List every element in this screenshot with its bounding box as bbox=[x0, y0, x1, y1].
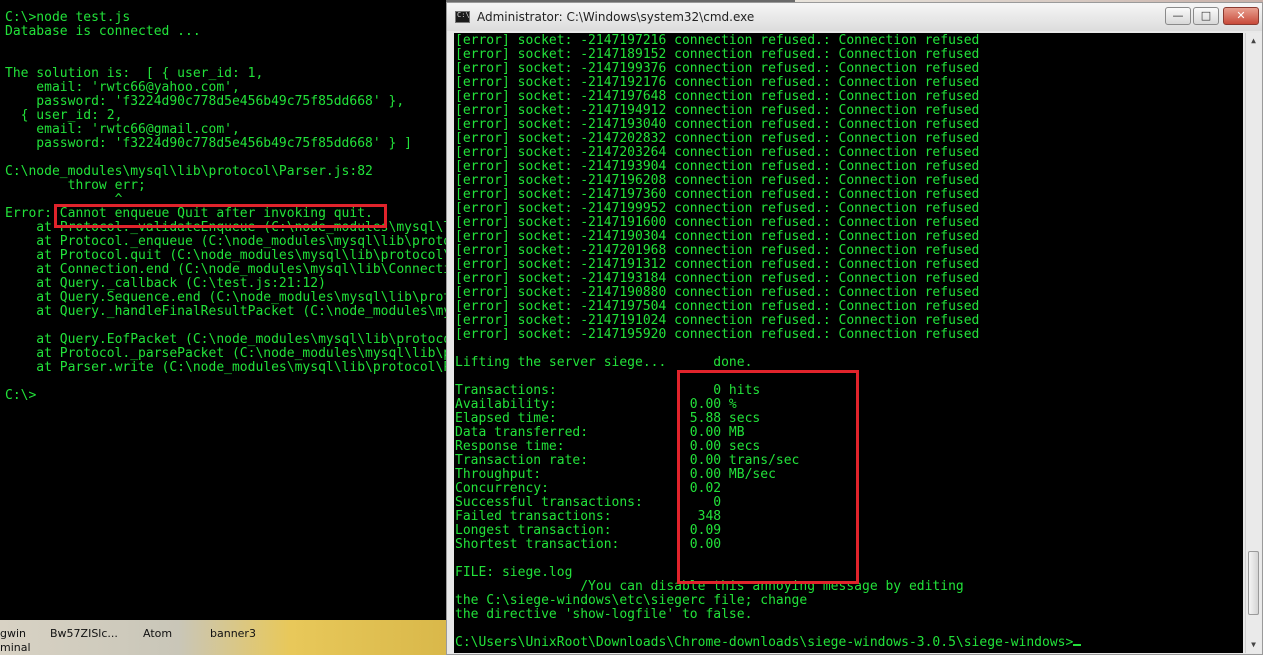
console-line: [error] socket: -2147189152 connection r… bbox=[455, 47, 980, 62]
console-line: [error] socket: -2147192176 connection r… bbox=[455, 75, 980, 90]
console-line: at Protocol._parsePacket (C:\node_module… bbox=[36, 346, 446, 361]
console-line: [error] socket: -2147199376 connection r… bbox=[455, 61, 980, 76]
console-line: C:\> bbox=[5, 388, 37, 403]
console-line: { user_id: 2, bbox=[5, 108, 123, 123]
console-line: C:\node_modules\mysql\lib\protocol\Parse… bbox=[5, 164, 373, 179]
console-line: [error] socket: -2147197648 connection r… bbox=[455, 89, 980, 104]
title-bar[interactable]: Administrator: C:\Windows\system32\cmd.e… bbox=[447, 3, 1262, 31]
console-line: [error] socket: -2147197216 connection r… bbox=[455, 33, 980, 48]
console-line: at Parser.write (C:\node_modules\mysql\l… bbox=[36, 360, 446, 375]
console-line: at Protocol.quit (C:\node_modules\mysql\… bbox=[36, 248, 446, 263]
scrollbar-thumb[interactable] bbox=[1248, 551, 1259, 615]
console-line: The solution is: [ { user_id: 1, bbox=[5, 66, 264, 81]
console-line: [error] socket: -2147193040 connection r… bbox=[455, 117, 980, 132]
desktop-icon-label[interactable]: banner3 bbox=[210, 627, 256, 640]
console-line: password: 'f3224d90c778d5e456b49c75f85dd… bbox=[5, 136, 412, 151]
minimize-button[interactable]: — bbox=[1165, 7, 1191, 25]
console-line: the C:\siege-windows\etc\siegerc file; c… bbox=[455, 593, 808, 608]
scroll-down-arrow-icon[interactable]: ▼ bbox=[1246, 637, 1261, 653]
text-cursor bbox=[1073, 644, 1082, 646]
console-line: [error] socket: -2147191312 connection r… bbox=[455, 257, 980, 272]
console-line: password: 'f3224d90c778d5e456b49c75f85dd… bbox=[5, 94, 405, 109]
console-line: C:\>node test.js bbox=[5, 10, 131, 25]
desktop-icon-label[interactable]: gwin bbox=[0, 627, 26, 640]
desktop-icon-label[interactable]: Bw57ZISlc... bbox=[50, 627, 118, 640]
console-line: [error] socket: -2147193184 connection r… bbox=[455, 271, 980, 286]
desktop-icon-label[interactable]: Atom bbox=[143, 627, 172, 640]
console-line: C:\Users\UnixRoot\Downloads\Chrome-downl… bbox=[455, 635, 1074, 650]
console-line: [error] socket: -2147197360 connection r… bbox=[455, 187, 980, 202]
scroll-up-arrow-icon[interactable]: ▲ bbox=[1246, 33, 1261, 49]
console-line: FILE: siege.log bbox=[455, 565, 573, 580]
cmd-icon bbox=[455, 11, 470, 23]
console-line: at Connection.end (C:\node_modules\mysql… bbox=[5, 262, 446, 277]
console-line: at Query._handleFinalResultPacket (C:\no… bbox=[36, 304, 446, 319]
vertical-scrollbar[interactable]: ▲ ▼ bbox=[1245, 33, 1261, 653]
console-line: [error] socket: -2147193904 connection r… bbox=[455, 159, 980, 174]
console-line: [error] socket: -2147191600 connection r… bbox=[455, 215, 980, 230]
console-line: at Query._callback (C:\test.js:21:12) bbox=[5, 276, 326, 291]
console-line: [error] socket: -2147203264 connection r… bbox=[455, 145, 980, 160]
console-line: at Query.Sequence.end (C:\node_modules\m… bbox=[36, 290, 446, 305]
console-line: [error] socket: -2147197504 connection r… bbox=[455, 299, 980, 314]
maximize-button[interactable]: □ bbox=[1193, 7, 1219, 25]
console-line: [error] socket: -2147194912 connection r… bbox=[455, 103, 980, 118]
console-line: [error] socket: -2147190304 connection r… bbox=[455, 229, 980, 244]
window-title: Administrator: C:\Windows\system32\cmd.e… bbox=[477, 10, 755, 24]
console-line: throw err; bbox=[5, 178, 146, 193]
console-line: [error] socket: -2147191024 connection r… bbox=[455, 313, 980, 328]
console-line: [error] socket: -2147199952 connection r… bbox=[455, 201, 980, 216]
desktop-icon-label[interactable]: minal bbox=[0, 641, 31, 654]
console-line: Lifting the server siege... done. bbox=[455, 355, 753, 370]
desktop-wallpaper-bottom: gwin Bw57ZISlc... Atom banner3 minal bbox=[0, 620, 446, 655]
console-line: [error] socket: -2147201968 connection r… bbox=[455, 243, 980, 258]
console-line: at Query.EofPacket (C:\node_modules\mysq… bbox=[36, 332, 446, 347]
console-line: [error] socket: -2147196208 connection r… bbox=[455, 173, 980, 188]
console-line: the directive 'show-logfile' to false. bbox=[455, 607, 753, 622]
console-line: email: 'rwtc66@gmail.com', bbox=[5, 122, 240, 137]
close-button[interactable]: ✕ bbox=[1223, 7, 1259, 25]
console-line: [error] socket: -2147190880 connection r… bbox=[455, 285, 980, 300]
console-line: [error] socket: -2147202832 connection r… bbox=[455, 131, 980, 146]
console-line: Database is connected ... bbox=[5, 24, 201, 39]
console-line: at Protocol._enqueue (C:\node_modules\my… bbox=[36, 234, 446, 249]
node-console[interactable]: C:\>node test.js Database is connected .… bbox=[0, 0, 446, 620]
stats-highlight-box bbox=[677, 370, 859, 584]
console-line: [error] socket: -2147195920 connection r… bbox=[455, 327, 980, 342]
console-line: email: 'rwtc66@yahoo.com', bbox=[5, 80, 240, 95]
error-highlight-box bbox=[54, 204, 387, 228]
